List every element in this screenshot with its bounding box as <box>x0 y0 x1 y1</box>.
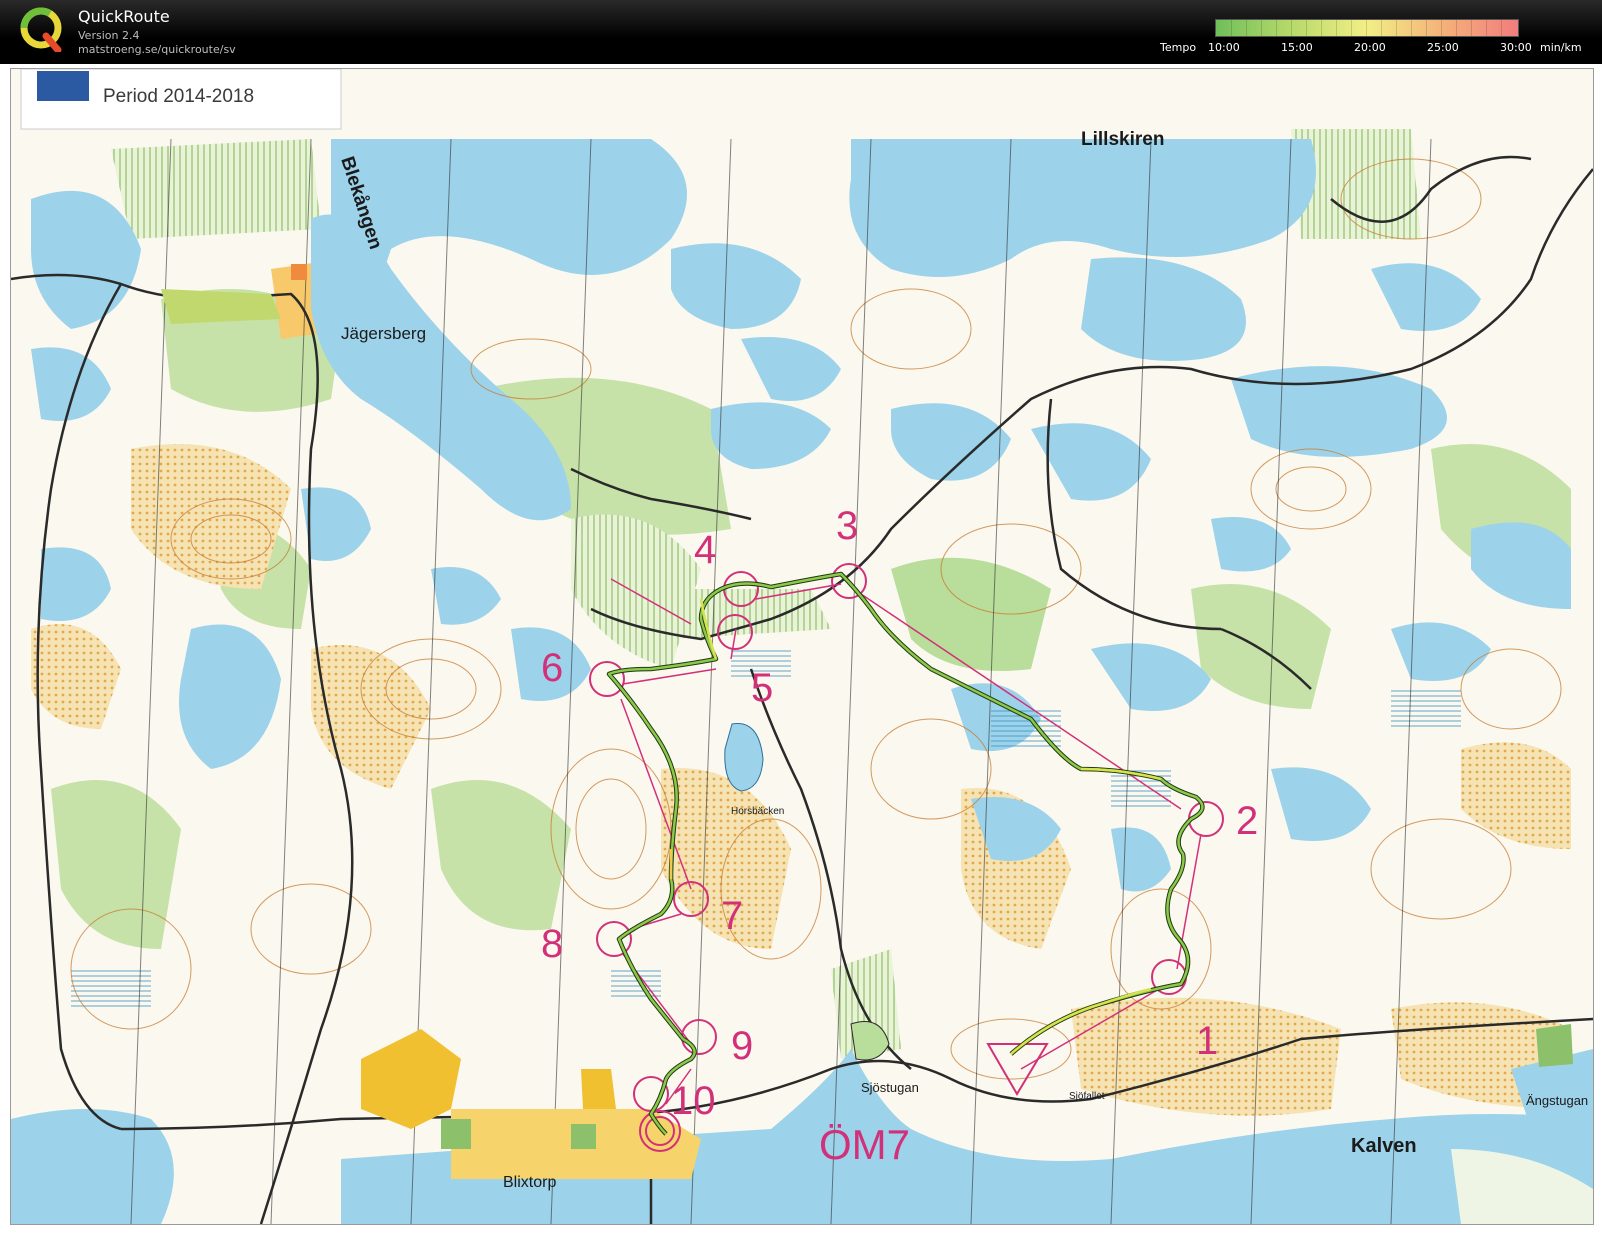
place-angstugan: Ängstugan <box>1526 1093 1588 1108</box>
tempo-segment-mark <box>1231 20 1232 36</box>
tempo-segment-mark <box>1381 20 1382 36</box>
control-number-1: 1 <box>1196 1019 1218 1063</box>
tempo-segment-mark <box>1456 20 1457 36</box>
tempo-segment-mark <box>1351 20 1352 36</box>
tempo-segment-mark <box>1321 20 1322 36</box>
control-number-7: 7 <box>721 894 743 938</box>
tempo-segment-mark <box>1291 20 1292 36</box>
place-sjostugan: Sjöstugan <box>861 1080 919 1095</box>
tempo-segment-mark <box>1306 20 1307 36</box>
tempo-segment-mark <box>1396 20 1397 36</box>
course-name: ÖM7 <box>819 1121 910 1168</box>
place-kalven: Kalven <box>1351 1135 1417 1157</box>
app-url[interactable]: matstroeng.se/quickroute/sv <box>78 43 236 56</box>
control-number-10: 10 <box>671 1079 716 1123</box>
map-legend-box: Period 2014-2018 <box>20 69 342 130</box>
quickroute-logo-icon <box>20 7 62 52</box>
tempo-segment-mark <box>1501 20 1502 36</box>
tempo-tick: 15:00 <box>1281 41 1313 54</box>
app-version: Version 2.4 <box>78 29 140 42</box>
tempo-segment-mark <box>1441 20 1442 36</box>
tempo-color-scale <box>1215 19 1519 37</box>
control-number-2: 2 <box>1236 799 1258 843</box>
tempo-segment-mark <box>1411 20 1412 36</box>
tempo-segment-mark <box>1471 20 1472 36</box>
control-number-5: 5 <box>751 666 773 710</box>
tempo-segment-mark <box>1246 20 1247 36</box>
tempo-segment-mark <box>1486 20 1487 36</box>
place-sjofallet: Sjöfallet <box>1069 1091 1105 1102</box>
app-title: QuickRoute <box>78 7 170 26</box>
control-number-3: 3 <box>836 504 858 548</box>
control-number-6: 6 <box>541 646 563 690</box>
tempo-tick: 10:00 <box>1208 41 1240 54</box>
tempo-unit: min/km <box>1540 41 1582 54</box>
tempo-segment-mark <box>1276 20 1277 36</box>
orienteering-map[interactable]: Period 2014-2018 Lillskiren Blekången Jä… <box>10 68 1594 1225</box>
tempo-segment-mark <box>1261 20 1262 36</box>
period-label: Period 2014-2018 <box>103 86 254 107</box>
map-canvas[interactable]: Period 2014-2018 Lillskiren Blekången Jä… <box>11 69 1593 1224</box>
control-number-4: 4 <box>694 528 716 572</box>
place-lillskiren: Lillskiren <box>1081 129 1164 150</box>
tempo-tick: 30:00 <box>1500 41 1532 54</box>
tempo-segment-mark <box>1426 20 1427 36</box>
tempo-tick: 20:00 <box>1354 41 1386 54</box>
place-horsbacken: Horsbäcken <box>731 806 784 817</box>
tempo-tick: 25:00 <box>1427 41 1459 54</box>
tempo-label: Tempo <box>1160 41 1197 54</box>
place-blixtorp: Blixtorp <box>503 1174 556 1191</box>
tempo-segment-mark <box>1366 20 1367 36</box>
control-number-9: 9 <box>731 1024 753 1068</box>
app-header: QuickRoute Version 2.4 matstroeng.se/qui… <box>0 0 1602 64</box>
tempo-segment-mark <box>1336 20 1337 36</box>
control-number-8: 8 <box>541 922 563 966</box>
place-jagersberg: Jägersberg <box>341 324 426 343</box>
